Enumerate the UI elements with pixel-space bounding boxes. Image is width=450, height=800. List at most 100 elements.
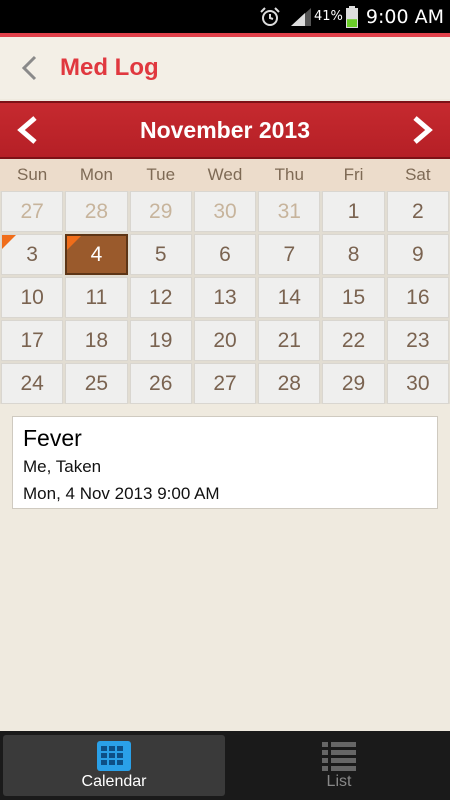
calendar-day[interactable]: 27 — [193, 363, 257, 404]
calendar-day[interactable]: 13 — [193, 277, 257, 318]
calendar-day-number: 7 — [283, 242, 296, 266]
calendar-day-number: 27 — [20, 199, 44, 223]
chevron-left-icon — [21, 55, 37, 81]
month-label: November 2013 — [139, 116, 311, 143]
calendar-day-number: 31 — [277, 199, 301, 223]
list-icon — [322, 741, 356, 771]
tab-list-label: List — [326, 772, 352, 790]
weekday-label: Tue — [146, 165, 176, 184]
calendar-day[interactable]: 22 — [322, 320, 385, 361]
weekday-label: Mon — [79, 165, 113, 184]
calendar-day-number: 19 — [149, 328, 173, 352]
weekday-label: Wed — [207, 165, 243, 184]
calendar-day[interactable]: 28 — [258, 363, 321, 404]
battery-percent: 41% — [313, 9, 343, 24]
calendar-day[interactable]: 20 — [193, 320, 257, 361]
weekday-label: Fri — [343, 165, 364, 184]
next-month-button[interactable] — [396, 103, 450, 157]
alarm-icon — [260, 6, 280, 26]
calendar-day[interactable]: 19 — [129, 320, 192, 361]
calendar-day[interactable]: 29 — [322, 363, 385, 404]
calendar-day-number: 29 — [149, 199, 173, 223]
calendar-day-number: 16 — [406, 285, 430, 309]
calendar-day[interactable]: 30 — [386, 363, 449, 404]
calendar-day-number: 11 — [85, 285, 108, 309]
calendar-day[interactable]: 25 — [65, 363, 128, 404]
med-entry-card[interactable]: Fever Me, Taken Mon, 4 Nov 2013 9:00 AM — [12, 416, 438, 509]
calendar-day[interactable]: 1 — [322, 191, 385, 232]
calendar-day-number: 8 — [347, 242, 360, 266]
calendar-day[interactable]: 26 — [129, 363, 192, 404]
status-clock: 9:00 AM — [365, 5, 444, 28]
calendar-day[interactable]: 17 — [1, 320, 64, 361]
calendar-day-number: 22 — [341, 328, 366, 352]
entry-title: Fever — [23, 425, 82, 451]
back-button[interactable] — [4, 37, 54, 99]
calendar-day-number: 12 — [149, 285, 173, 309]
calendar-day[interactable]: 23 — [386, 320, 449, 361]
tab-list[interactable]: List — [228, 731, 450, 800]
calendar-day[interactable]: 28 — [65, 191, 128, 232]
battery-icon — [345, 5, 358, 28]
calendar-day[interactable]: 3 — [1, 234, 64, 275]
weekday-label: Sun — [17, 165, 48, 184]
calendar-day-number: 10 — [20, 285, 44, 309]
calendar-grid: 27 28 29 30 31 1 2 3 4 5 6 7 8 9 10 11 12 13 14 15 16 17 18 19 2… — [0, 191, 450, 404]
calendar-day-number: 17 — [20, 328, 44, 352]
calendar-day[interactable]: 31 — [258, 191, 321, 232]
page-title: Med Log — [60, 54, 159, 81]
calendar-day-number: 4 — [90, 242, 103, 266]
calendar-day-number: 28 — [84, 199, 109, 223]
calendar-day-number: 18 — [84, 328, 109, 352]
entry-datetime: Mon, 4 Nov 2013 9:00 AM — [23, 484, 220, 503]
calendar-day-selected[interactable]: 4 — [65, 234, 128, 275]
signal-icon — [290, 7, 311, 26]
entry-marker — [67, 236, 82, 250]
weekday-label: Sat — [405, 165, 431, 184]
calendar-day[interactable]: 9 — [386, 234, 449, 275]
calendar-day-number: 3 — [26, 242, 38, 266]
calendar-day[interactable]: 5 — [129, 234, 192, 275]
calendar-day-number: 27 — [213, 371, 237, 395]
calendar-day[interactable]: 24 — [1, 363, 64, 404]
calendar-day[interactable]: 14 — [258, 277, 321, 318]
calendar-day-number: 30 — [213, 199, 237, 223]
chevron-right-icon — [413, 116, 433, 144]
calendar-day[interactable]: 12 — [129, 277, 192, 318]
entry-marker — [2, 235, 16, 249]
calendar-day[interactable]: 11 — [65, 277, 128, 318]
calendar-day-number: 13 — [213, 285, 237, 309]
calendar-day-number: 30 — [406, 371, 430, 395]
calendar-day-number: 20 — [213, 328, 237, 352]
calendar-day-number: 28 — [277, 371, 301, 395]
action-bar: Med Log — [0, 37, 450, 99]
calendar-day-number: 21 — [277, 328, 301, 352]
calendar-day-number: 2 — [412, 199, 424, 223]
chevron-left-icon — [17, 116, 37, 144]
calendar-day-number: 5 — [154, 242, 167, 266]
calendar-day-number: 9 — [412, 242, 424, 266]
prev-month-button[interactable] — [0, 103, 54, 157]
calendar-day-number: 14 — [277, 285, 301, 309]
calendar-day-number: 6 — [219, 242, 231, 266]
calendar-day[interactable]: 8 — [322, 234, 385, 275]
calendar-day[interactable]: 2 — [386, 191, 449, 232]
calendar-day[interactable]: 10 — [1, 277, 64, 318]
calendar-day-number: 23 — [406, 328, 430, 352]
tab-calendar[interactable]: Calendar — [3, 735, 225, 796]
weekday-header: Sun Mon Tue Wed Thu Fri Sat — [0, 159, 450, 191]
calendar-day[interactable]: 6 — [193, 234, 257, 275]
calendar-day[interactable]: 18 — [65, 320, 128, 361]
calendar-day[interactable]: 21 — [258, 320, 321, 361]
weekday-label: Thu — [274, 165, 304, 184]
calendar-day[interactable]: 29 — [129, 191, 192, 232]
calendar-day-number: 25 — [84, 371, 109, 395]
calendar-day[interactable]: 15 — [322, 277, 385, 318]
calendar-day-number: 26 — [149, 371, 173, 395]
calendar-grid-icon — [97, 740, 131, 771]
calendar-day[interactable]: 16 — [386, 277, 449, 318]
calendar-day[interactable]: 27 — [1, 191, 64, 232]
calendar-day[interactable]: 30 — [193, 191, 257, 232]
tab-calendar-label: Calendar — [81, 772, 147, 790]
calendar-day[interactable]: 7 — [258, 234, 321, 275]
